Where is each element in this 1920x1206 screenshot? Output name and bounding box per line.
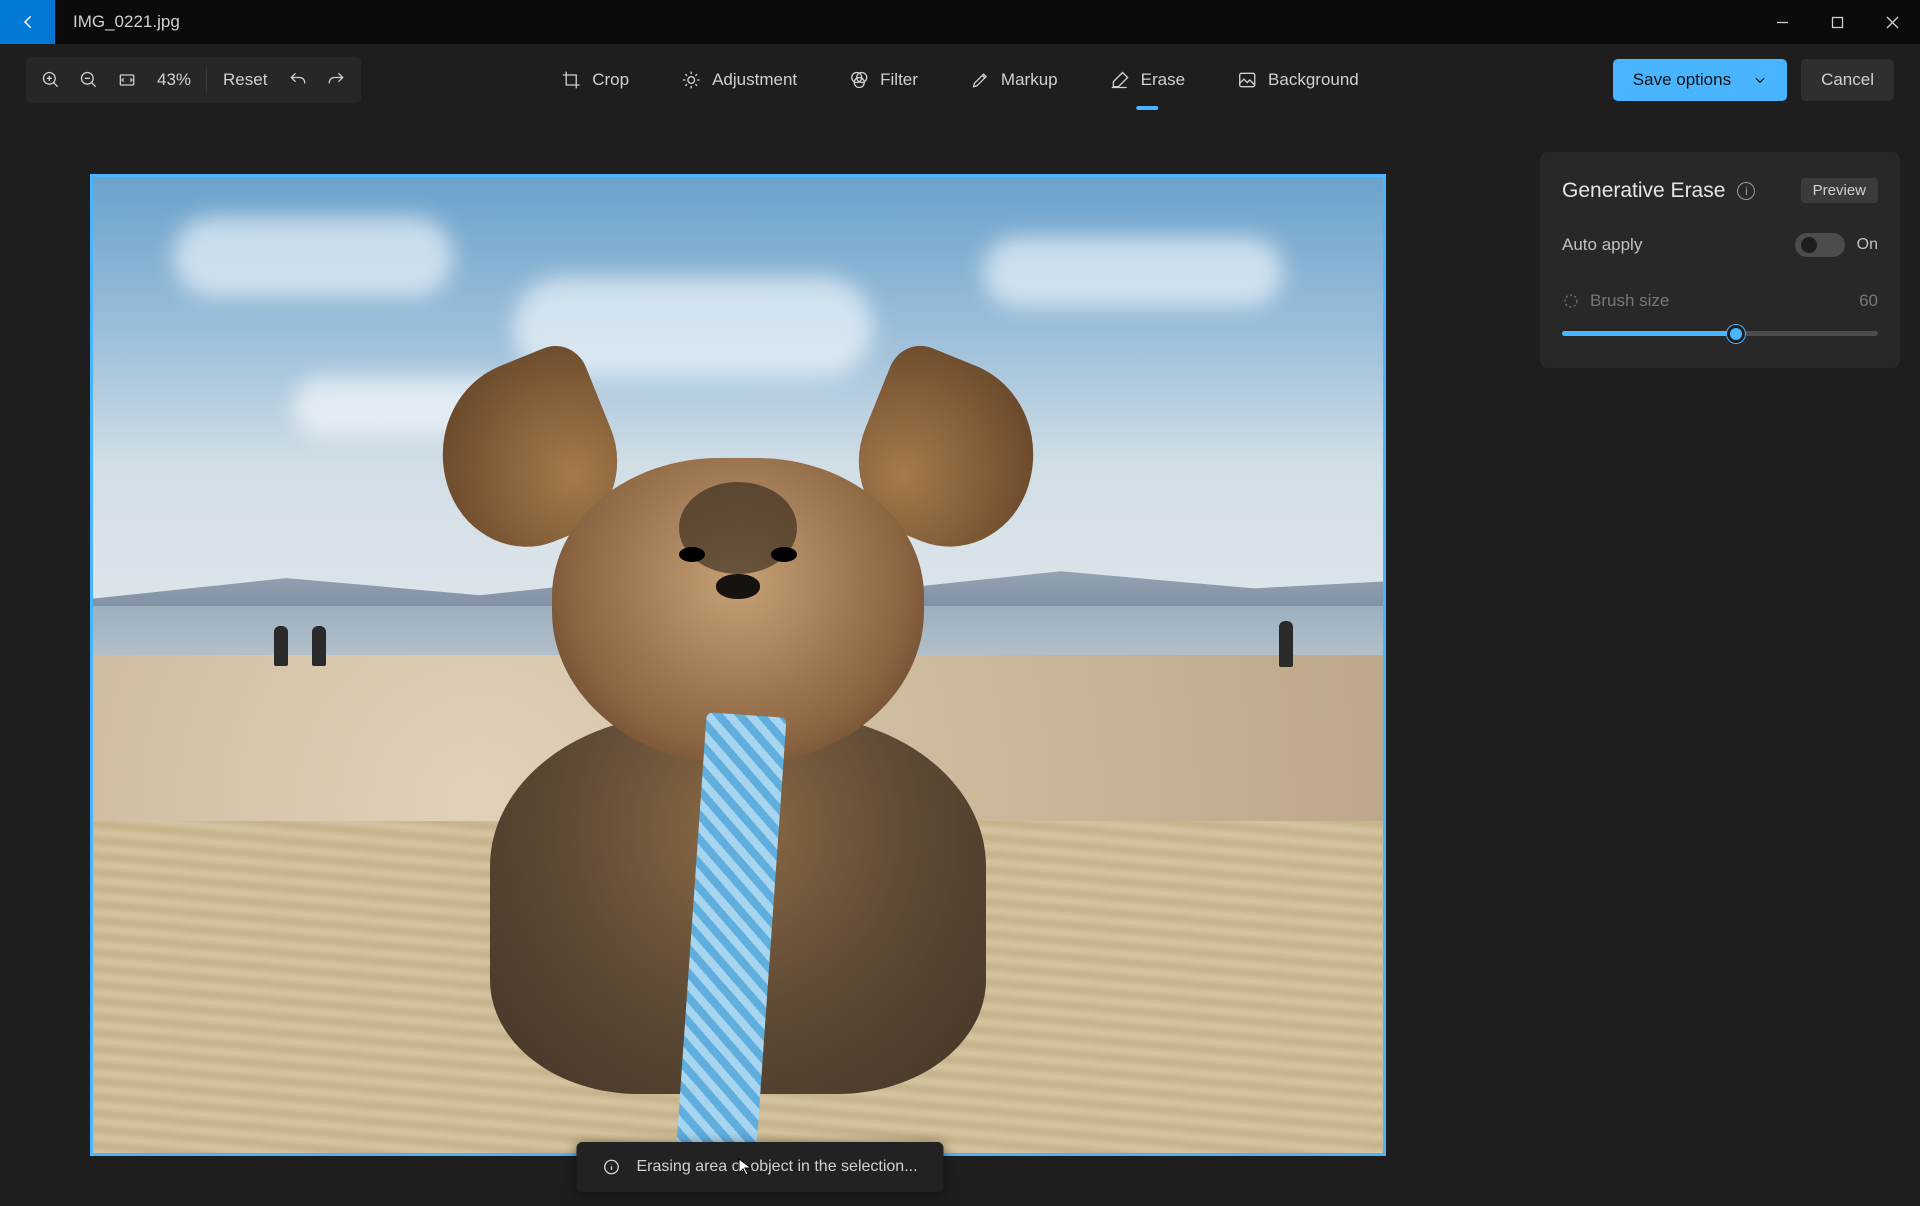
mouse-cursor: [738, 1158, 752, 1176]
dog-eye: [771, 547, 797, 562]
tab-erase[interactable]: Erase: [1106, 64, 1189, 96]
panel-title: Generative Erase: [1562, 179, 1725, 203]
slider-fill: [1562, 331, 1736, 336]
arrow-left-icon: [19, 13, 37, 31]
info-icon[interactable]: i: [1737, 182, 1755, 200]
image-frame[interactable]: [90, 174, 1386, 1156]
brush-size-value: 60: [1859, 291, 1878, 311]
panel-header: Generative Erase i Preview: [1562, 178, 1878, 203]
brush-size-row: Brush size 60: [1562, 291, 1878, 311]
save-options-button[interactable]: Save options: [1613, 59, 1787, 101]
tab-filter[interactable]: Filter: [845, 64, 922, 96]
dog-eye: [679, 547, 705, 562]
tab-adjustment[interactable]: Adjustment: [677, 64, 801, 96]
brush-icon: [1562, 292, 1580, 310]
auto-apply-toggle[interactable]: [1795, 233, 1845, 257]
save-label: Save options: [1633, 70, 1731, 90]
window-controls: [1755, 0, 1920, 44]
reset-button[interactable]: Reset: [211, 62, 279, 98]
cancel-button[interactable]: Cancel: [1801, 59, 1894, 101]
auto-apply-row: Auto apply On: [1562, 233, 1878, 257]
auto-apply-label: Auto apply: [1562, 235, 1642, 255]
crop-icon: [561, 70, 581, 90]
cloud: [983, 237, 1283, 307]
tab-label: Erase: [1141, 70, 1185, 90]
erase-icon: [1110, 70, 1130, 90]
maximize-button[interactable]: [1810, 0, 1865, 44]
markup-icon: [970, 70, 990, 90]
titlebar: IMG_0221.jpg: [0, 0, 1920, 44]
tab-crop[interactable]: Crop: [557, 64, 633, 96]
tab-label: Background: [1268, 70, 1359, 90]
file-title: IMG_0221.jpg: [55, 12, 180, 32]
info-icon: [602, 1158, 620, 1176]
preview-badge: Preview: [1801, 178, 1878, 203]
tab-label: Adjustment: [712, 70, 797, 90]
photo-content: [93, 177, 1383, 1153]
erase-panel: Generative Erase i Preview Auto apply On…: [1540, 152, 1900, 368]
slider-thumb[interactable]: [1727, 325, 1745, 343]
person: [312, 626, 326, 666]
redo-button[interactable]: [317, 61, 355, 99]
canvas-area: Erasing area or object in the selection.…: [0, 116, 1520, 1206]
close-button[interactable]: [1865, 0, 1920, 44]
filter-icon: [849, 70, 869, 90]
auto-apply-state: On: [1857, 236, 1878, 254]
dog: [428, 362, 1047, 1094]
background-icon: [1237, 70, 1257, 90]
tab-label: Crop: [592, 70, 629, 90]
tab-label: Markup: [1001, 70, 1058, 90]
tab-label: Filter: [880, 70, 918, 90]
zoom-in-button[interactable]: [32, 61, 70, 99]
back-button[interactable]: [0, 0, 55, 44]
person: [1279, 621, 1293, 667]
side-panel: Generative Erase i Preview Auto apply On…: [1520, 116, 1920, 1206]
zoom-out-button[interactable]: [70, 61, 108, 99]
tab-background[interactable]: Background: [1233, 64, 1363, 96]
adjustment-icon: [681, 70, 701, 90]
person: [274, 626, 288, 666]
toolbar-right: Save options Cancel: [1613, 59, 1894, 101]
tab-markup[interactable]: Markup: [966, 64, 1062, 96]
toolbar: 43% Reset Crop Adjustment Filter Markup …: [0, 44, 1920, 116]
zoom-group: 43% Reset: [26, 57, 361, 103]
chevron-down-icon: [1753, 73, 1767, 87]
toast-text: Erasing area or object in the selection.…: [636, 1158, 917, 1176]
fit-button[interactable]: [108, 61, 146, 99]
cloud: [173, 217, 453, 297]
status-toast: Erasing area or object in the selection.…: [576, 1142, 943, 1192]
brush-size-slider[interactable]: [1562, 331, 1878, 336]
edit-tabs: Crop Adjustment Filter Markup Erase Back…: [557, 64, 1363, 96]
undo-button[interactable]: [279, 61, 317, 99]
brush-size-label: Brush size: [1590, 291, 1669, 311]
divider: [206, 67, 207, 93]
dog-nose: [716, 574, 761, 599]
zoom-percent[interactable]: 43%: [146, 70, 202, 90]
minimize-button[interactable]: [1755, 0, 1810, 44]
main-area: Erasing area or object in the selection.…: [0, 116, 1920, 1206]
